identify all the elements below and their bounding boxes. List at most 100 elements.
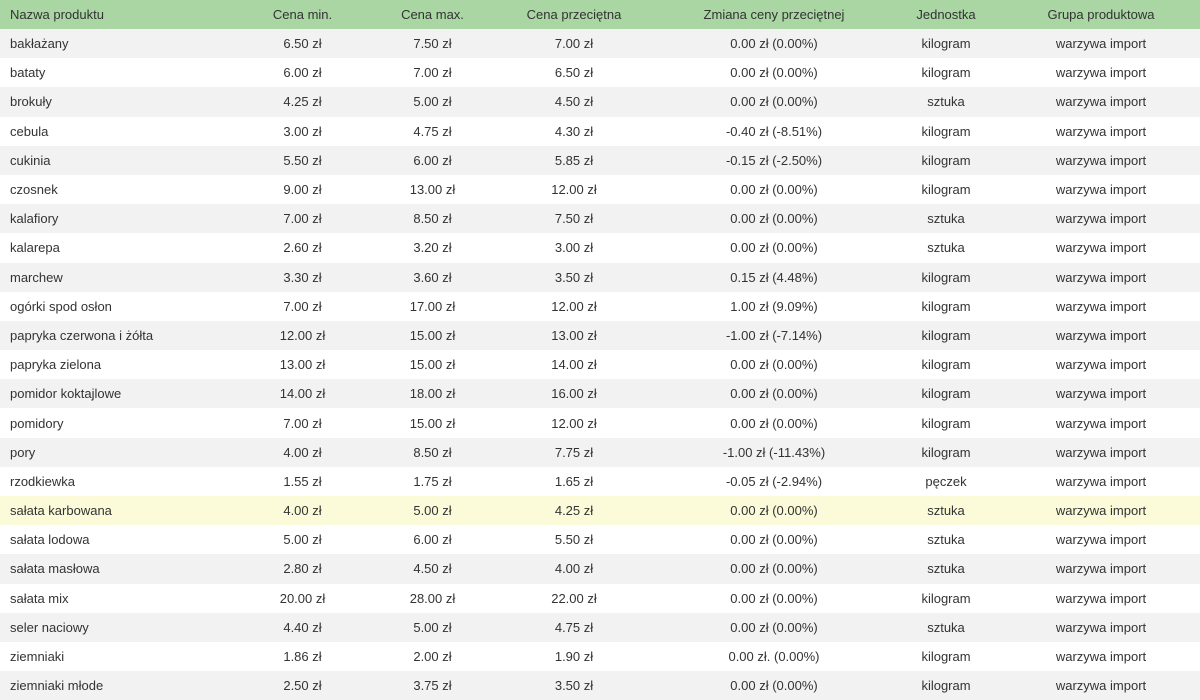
header-product-name[interactable]: Nazwa produktu [0, 0, 230, 29]
cell-product-group: warzywa import [1055, 532, 1147, 548]
cell-product-group: warzywa import [1055, 473, 1147, 489]
cell-product-group: warzywa import [1055, 65, 1147, 81]
table-row[interactable]: bataty 6.00 zł 7.00 zł 6.50 zł 0.00 zł (0.00… [0, 58, 1200, 88]
header-avg-price[interactable]: Cena przeciętna [490, 0, 658, 29]
header-min-price[interactable]: Cena min. [230, 0, 375, 29]
cell-unit: sztuka [927, 532, 965, 548]
cell-avg-price-change: -1.00 zł (-7.14%) [725, 327, 823, 343]
cell-avg-price-change: 0.00 zł (0.00%) [730, 357, 818, 373]
table-row[interactable]: kalafiory 7.00 zł 8.50 zł 7.50 zł 0.00 zł (0… [0, 204, 1200, 234]
cell-product-group: warzywa import [1055, 240, 1147, 256]
cell-max-price: 4.50 zł [413, 561, 452, 577]
cell-avg-price-change: 0.00 zł (0.00%) [730, 94, 818, 110]
cell-avg-price: 7.00 zł [554, 36, 594, 52]
cell-min-price: 4.00 zł [283, 503, 322, 519]
cell-max-price: 6.00 zł [413, 532, 452, 548]
cell-min-price: 6.50 zł [283, 36, 322, 52]
table-row[interactable]: pomidory 7.00 zł 15.00 zł 12.00 zł 0.00 zł (… [0, 408, 1200, 438]
cell-product-name: sałata mix [10, 590, 69, 606]
cell-max-price: 15.00 zł [409, 357, 456, 373]
cell-product-group: warzywa import [1055, 94, 1147, 110]
cell-avg-price: 12.00 zł [551, 182, 597, 198]
cell-unit: pęczek [925, 473, 967, 489]
cell-product-name: sałata lodowa [10, 532, 90, 548]
cell-max-price: 2.00 zł [413, 649, 452, 665]
cell-product-name: kalarepa [10, 240, 60, 256]
header-unit[interactable]: Jednostka [890, 0, 1002, 29]
cell-product-name: papryka czerwona i żółta [10, 327, 154, 343]
cell-unit: kilogram [921, 649, 971, 665]
cell-avg-price: 13.00 zł [551, 327, 597, 343]
cell-avg-price: 5.85 zł [554, 152, 594, 168]
header-max-price[interactable]: Cena max. [375, 0, 490, 29]
table-row[interactable]: pory 4.00 zł 8.50 zł 7.75 zł -1.00 zł (-11.4… [0, 437, 1200, 467]
table-row[interactable]: ziemniaki młode 2.50 zł 3.75 zł 3.50 zł 0.00… [0, 671, 1200, 700]
header-product-group[interactable]: Grupa produktowa [1002, 0, 1200, 29]
cell-min-price: 3.30 zł [283, 269, 322, 285]
table-row[interactable]: cebula 3.00 zł 4.75 zł 4.30 zł -0.40 zł (-8.… [0, 116, 1200, 146]
table-body: bakłażany 6.50 zł 7.50 zł 7.00 zł 0.00 zł (0… [0, 29, 1200, 700]
cell-avg-price-change: 0.00 zł (0.00%) [730, 386, 818, 402]
cell-avg-price: 12.00 zł [551, 415, 597, 431]
cell-avg-price-change: -0.40 zł (-8.51%) [725, 123, 823, 139]
cell-unit: kilogram [921, 65, 971, 81]
table-row[interactable]: sałata karbowana 4.00 zł 5.00 zł 4.25 zł 0.0… [0, 496, 1200, 526]
table-row[interactable]: sałata lodowa 5.00 zł 6.00 zł 5.50 zł 0.00 z… [0, 525, 1200, 555]
cell-unit: kilogram [921, 182, 971, 198]
cell-product-group: warzywa import [1055, 590, 1147, 606]
table-row[interactable]: ogórki spod osłon 7.00 zł 17.00 zł 12.00 zł… [0, 291, 1200, 321]
cell-unit: kilogram [921, 327, 971, 343]
cell-avg-price: 14.00 zł [551, 357, 597, 373]
cell-max-price: 3.75 zł [413, 678, 452, 694]
cell-product-name: bakłażany [10, 36, 69, 52]
cell-avg-price: 3.50 zł [554, 269, 594, 285]
table-row[interactable]: brokuły 4.25 zł 5.00 zł 4.50 zł 0.00 zł (0.0… [0, 87, 1200, 117]
cell-avg-price-change: 0.00 zł (0.00%) [730, 415, 818, 431]
cell-avg-price-change: 0.00 zł (0.00%) [730, 503, 818, 519]
cell-product-name: ziemniaki młode [10, 678, 104, 694]
cell-max-price: 3.60 zł [413, 269, 452, 285]
table-row[interactable]: papryka czerwona i żółta 12.00 zł 15.00 zł… [0, 320, 1200, 351]
table-row[interactable]: cukinia 5.50 zł 6.00 zł 5.85 zł -0.15 zł (-2… [0, 145, 1200, 175]
table-row[interactable]: czosnek 9.00 zł 13.00 zł 12.00 zł 0.00 zł (0… [0, 174, 1200, 205]
cell-min-price: 2.80 zł [283, 561, 322, 577]
cell-max-price: 1.75 zł [413, 473, 452, 489]
cell-max-price: 18.00 zł [409, 386, 456, 402]
cell-max-price: 8.50 zł [413, 444, 452, 460]
table-row[interactable]: sałata mix 20.00 zł 28.00 zł 22.00 zł 0.00 z… [0, 583, 1200, 613]
cell-max-price: 3.20 zł [413, 240, 452, 256]
cell-avg-price: 4.00 zł [554, 561, 594, 577]
cell-product-name: sałata karbowana [10, 503, 112, 519]
cell-avg-price-change: 1.00 zł (9.09%) [730, 298, 818, 314]
cell-max-price: 7.00 zł [413, 65, 452, 81]
cell-avg-price: 3.50 zł [554, 678, 594, 694]
cell-min-price: 9.00 zł [283, 182, 322, 198]
cell-min-price: 2.50 zł [283, 678, 322, 694]
table-row[interactable]: papryka zielona 13.00 zł 15.00 zł 14.00 zł 0… [0, 350, 1200, 380]
cell-min-price: 5.50 zł [283, 152, 322, 168]
cell-unit: sztuka [927, 561, 965, 577]
cell-product-name: ziemniaki [10, 649, 65, 665]
price-table: Nazwa produktu Cena min. Cena max. Cena … [0, 0, 1200, 700]
header-avg-price-change[interactable]: Zmiana ceny przeciętnej [658, 0, 890, 29]
cell-unit: sztuka [927, 503, 965, 519]
cell-max-price: 5.00 zł [413, 94, 452, 110]
cell-unit: kilogram [921, 590, 971, 606]
cell-min-price: 3.00 zł [283, 123, 322, 139]
table-row[interactable]: seler naciowy 4.40 zł 5.00 zł 4.75 zł 0.00 z… [0, 612, 1200, 642]
table-row[interactable]: ziemniaki 1.86 zł 2.00 zł 1.90 zł 0.00 zł. (… [0, 641, 1200, 672]
table-row[interactable]: kalarepa 2.60 zł 3.20 zł 3.00 zł 0.00 zł (0.… [0, 233, 1200, 263]
cell-product-name: pomidory [10, 415, 64, 431]
cell-min-price: 2.60 zł [283, 240, 322, 256]
cell-unit: kilogram [921, 298, 971, 314]
table-row[interactable]: rzodkiewka 1.55 zł 1.75 zł 1.65 zł -0.05 zł … [0, 466, 1200, 496]
cell-product-name: sałata masłowa [10, 561, 100, 577]
cell-avg-price: 22.00 zł [551, 590, 597, 606]
table-row[interactable]: pomidor koktajlowe 14.00 zł 18.00 zł 16.00 … [0, 379, 1200, 409]
cell-avg-price: 6.50 zł [554, 65, 594, 81]
cell-product-name: czosnek [10, 182, 58, 198]
table-row[interactable]: sałata masłowa 2.80 zł 4.50 zł 4.00 zł 0.00 … [0, 554, 1200, 584]
cell-avg-price: 4.50 zł [554, 94, 594, 110]
table-row[interactable]: marchew 3.30 zł 3.60 zł 3.50 zł 0.15 zł (4.4… [0, 262, 1200, 292]
table-row[interactable]: bakłażany 6.50 zł 7.50 zł 7.00 zł 0.00 zł (0… [0, 29, 1200, 59]
